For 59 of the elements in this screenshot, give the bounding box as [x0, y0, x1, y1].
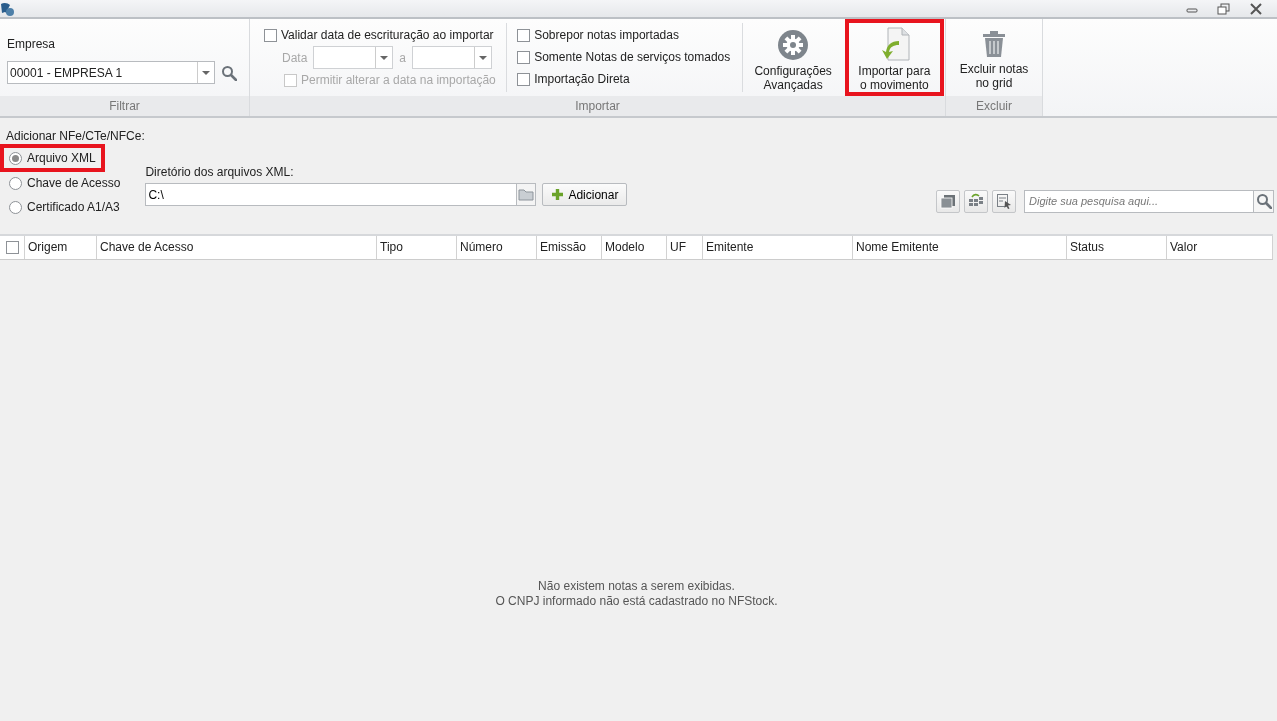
checkbox[interactable] [517, 72, 531, 86]
search-field[interactable]: Digite sua pesquisa aqui... [1024, 189, 1253, 213]
search-button[interactable] [1253, 189, 1274, 213]
field-label: Empresa [7, 37, 57, 51]
checkbox[interactable] [517, 28, 531, 42]
empty-message: Não existem notas a serem exibidas. [538, 579, 735, 593]
toolbar-button[interactable] [992, 189, 1016, 213]
add-button[interactable]: Adicionar [542, 183, 628, 206]
ribbon-button[interactable]: Importar para o movimento [844, 19, 944, 96]
column-header[interactable]: Valor [1167, 236, 1273, 259]
column-header[interactable]: Status [1067, 236, 1167, 259]
empty-message: O CNPJ informado não está cadastrado no NFStock. [495, 594, 778, 608]
checkbox-label: Somente Notas de serviços tomados [534, 50, 731, 64]
column-header[interactable]: Emitente [703, 236, 853, 259]
group-label: Filtrar [0, 96, 249, 116]
group-label: Importar [250, 96, 945, 116]
cursor-select-icon [996, 193, 1012, 209]
field-label: a [399, 50, 407, 65]
field-label: Diretório dos arquivos XML: [145, 165, 295, 179]
app-icon [0, 1, 14, 16]
checkbox-label: Importação Direta [534, 72, 630, 86]
column-header[interactable]: Emissão [537, 236, 602, 259]
section-label: Adicionar NFe/CTe/NFCe: [6, 129, 146, 143]
ribbon-button[interactable]: Configurações Avançadas [743, 19, 843, 96]
table-arrow-icon [968, 193, 984, 209]
ribbon-button[interactable]: Excluir notas no grid [947, 19, 1041, 96]
column-header[interactable]: Nome Emitente [853, 236, 1067, 259]
checkbox-label: Permitir alterar a data na importação [301, 73, 496, 87]
checkbox-label: Sobrepor notas importadas [534, 28, 679, 42]
column-header[interactable]: Número [457, 236, 537, 259]
field-label: Data [282, 50, 308, 65]
checkbox[interactable] [264, 28, 277, 42]
checkbox-label: Validar data de escrituração ao importar [281, 28, 494, 42]
select-all-checkbox[interactable] [5, 241, 19, 254]
restore-button[interactable] [1217, 2, 1231, 15]
toolbar-button[interactable] [936, 189, 960, 213]
window-icon [940, 193, 956, 209]
restore-icon [1217, 2, 1231, 15]
checkbox[interactable] [517, 50, 531, 64]
browse-button[interactable] [516, 183, 537, 206]
gear-icon [776, 29, 811, 61]
company-dropdown[interactable]: 00001 - EMPRESA 1 [7, 61, 215, 84]
trash-icon [981, 29, 1007, 59]
column-header[interactable]: Modelo [602, 236, 667, 259]
group-label: Excluir [946, 96, 1042, 116]
close-icon [1249, 2, 1263, 15]
column-header[interactable]: Chave de Acesso [97, 236, 377, 259]
search-icon[interactable] [221, 64, 237, 81]
column-header[interactable]: Origem [25, 236, 97, 259]
column-header[interactable]: Tipo [377, 236, 457, 259]
toolbar-button[interactable] [964, 189, 988, 213]
radio-option[interactable]: Certificado A1/A3 [6, 198, 123, 216]
close-button[interactable] [1249, 2, 1263, 15]
radio-option[interactable]: Chave de Acesso [6, 174, 124, 192]
directory-field[interactable]: C:\ [145, 183, 517, 206]
folder-icon [518, 188, 535, 201]
search-icon [1255, 193, 1272, 209]
plus-icon [551, 188, 565, 201]
column-header[interactable]: UF [667, 236, 703, 259]
